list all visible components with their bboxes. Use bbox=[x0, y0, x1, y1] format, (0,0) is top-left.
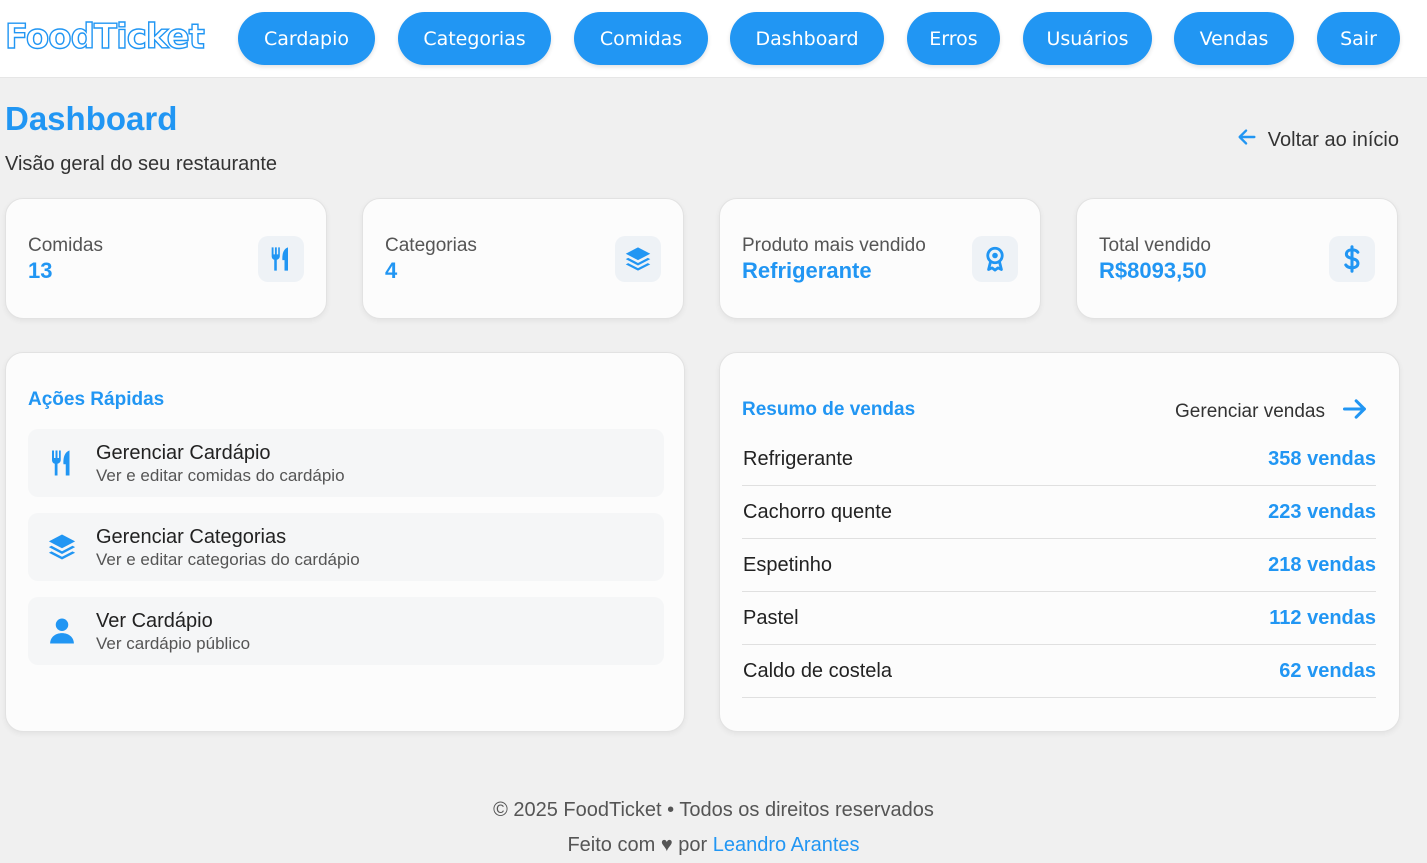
layers-icon bbox=[615, 236, 661, 282]
arrow-right-icon bbox=[1341, 395, 1369, 429]
brand-logo[interactable]: FoodTicket bbox=[4, 16, 205, 57]
utensils-icon bbox=[46, 447, 78, 479]
sales-row: Cachorro quente 223 vendas bbox=[742, 486, 1376, 539]
nav-cardapio-button[interactable]: Cardapio bbox=[238, 12, 375, 65]
nav-usuarios-button[interactable]: Usuários bbox=[1023, 12, 1152, 65]
sales-product-name: Caldo de costela bbox=[743, 660, 892, 682]
utensils-icon bbox=[258, 236, 304, 282]
page-subtitle: Visão geral do seu restaurante bbox=[5, 153, 278, 175]
nav-categorias-button[interactable]: Categorias bbox=[398, 12, 551, 65]
quick-actions-panel: Ações Rápidas Gerenciar Cardápio Ver e e… bbox=[5, 352, 685, 732]
nav-vendas-button[interactable]: Vendas bbox=[1174, 12, 1294, 65]
sales-row: Pastel 112 vendas bbox=[742, 592, 1376, 645]
action-title: Gerenciar Categorias bbox=[96, 526, 287, 548]
stat-label: Produto mais vendido bbox=[742, 235, 926, 256]
layers-icon bbox=[46, 531, 78, 563]
sales-row: Caldo de costela 62 vendas bbox=[742, 645, 1376, 698]
footer-credits: Feito com ♥ por Leandro Arantes bbox=[0, 834, 1427, 857]
quick-actions-title: Ações Rápidas bbox=[28, 389, 165, 410]
manage-sales-label: Gerenciar vendas bbox=[1175, 401, 1325, 422]
nav-dashboard-button[interactable]: Dashboard bbox=[730, 12, 884, 65]
sales-product-name: Cachorro quente bbox=[743, 501, 892, 523]
back-home-label: Voltar ao início bbox=[1267, 128, 1399, 151]
sales-count: 62 vendas bbox=[1279, 660, 1376, 682]
sales-count: 218 vendas bbox=[1268, 554, 1376, 576]
stat-card-total-sold: Total vendido R$8093,50 bbox=[1076, 198, 1398, 319]
nav-comidas-button[interactable]: Comidas bbox=[574, 12, 708, 65]
sales-row: Espetinho 218 vendas bbox=[742, 539, 1376, 592]
action-description: Ver cardápio público bbox=[96, 634, 251, 653]
stat-value: 13 bbox=[28, 258, 53, 283]
action-view-menu[interactable]: Ver Cardápio Ver cardápio público bbox=[28, 597, 664, 665]
stat-label: Comidas bbox=[28, 235, 103, 256]
action-title: Ver Cardápio bbox=[96, 610, 213, 632]
stat-value: Refrigerante bbox=[742, 258, 872, 283]
action-manage-menu[interactable]: Gerenciar Cardápio Ver e editar comidas … bbox=[28, 429, 664, 497]
author-link[interactable]: Leandro Arantes bbox=[713, 834, 860, 856]
sales-product-name: Espetinho bbox=[743, 554, 832, 576]
stat-value: 4 bbox=[385, 258, 398, 283]
nav-sair-button[interactable]: Sair bbox=[1317, 12, 1400, 65]
stat-label: Categorias bbox=[385, 235, 477, 256]
action-description: Ver e editar comidas do cardápio bbox=[96, 466, 345, 485]
stat-label: Total vendido bbox=[1099, 235, 1211, 256]
stat-card-comidas: Comidas 13 bbox=[5, 198, 327, 319]
top-navbar: FoodTicket Cardapio Categorias Comidas D… bbox=[0, 0, 1427, 78]
sales-count: 223 vendas bbox=[1268, 501, 1376, 523]
action-manage-categories[interactable]: Gerenciar Categorias Ver e editar catego… bbox=[28, 513, 664, 581]
sales-row: Refrigerante 358 vendas bbox=[742, 433, 1376, 486]
sales-count: 358 vendas bbox=[1268, 448, 1376, 470]
action-description: Ver e editar categorias do cardápio bbox=[96, 550, 360, 569]
nav-erros-button[interactable]: Erros bbox=[907, 12, 1000, 65]
user-icon bbox=[46, 615, 78, 647]
stat-card-top-product: Produto mais vendido Refrigerante bbox=[719, 198, 1041, 319]
manage-sales-link[interactable]: Gerenciar vendas bbox=[1175, 395, 1369, 429]
sales-summary-title: Resumo de vendas bbox=[742, 399, 916, 420]
sales-count: 112 vendas bbox=[1269, 607, 1376, 629]
arrow-left-icon bbox=[1236, 126, 1258, 154]
stat-value: R$8093,50 bbox=[1099, 258, 1207, 283]
action-title: Gerenciar Cardápio bbox=[96, 442, 271, 464]
sales-summary-panel: Resumo de vendas Gerenciar vendas Refrig… bbox=[719, 352, 1400, 732]
back-home-link[interactable]: Voltar ao início bbox=[1236, 126, 1399, 154]
dollar-icon bbox=[1329, 236, 1375, 282]
footer-made-with: Feito com ♥ por bbox=[567, 834, 708, 856]
footer-copyright: © 2025 FoodTicket • Todos os direitos re… bbox=[493, 799, 934, 821]
page-title: Dashboard bbox=[5, 100, 178, 137]
sales-product-name: Refrigerante bbox=[743, 448, 854, 470]
sales-product-name: Pastel bbox=[743, 607, 799, 629]
award-icon bbox=[972, 236, 1018, 282]
stat-card-categorias: Categorias 4 bbox=[362, 198, 684, 319]
